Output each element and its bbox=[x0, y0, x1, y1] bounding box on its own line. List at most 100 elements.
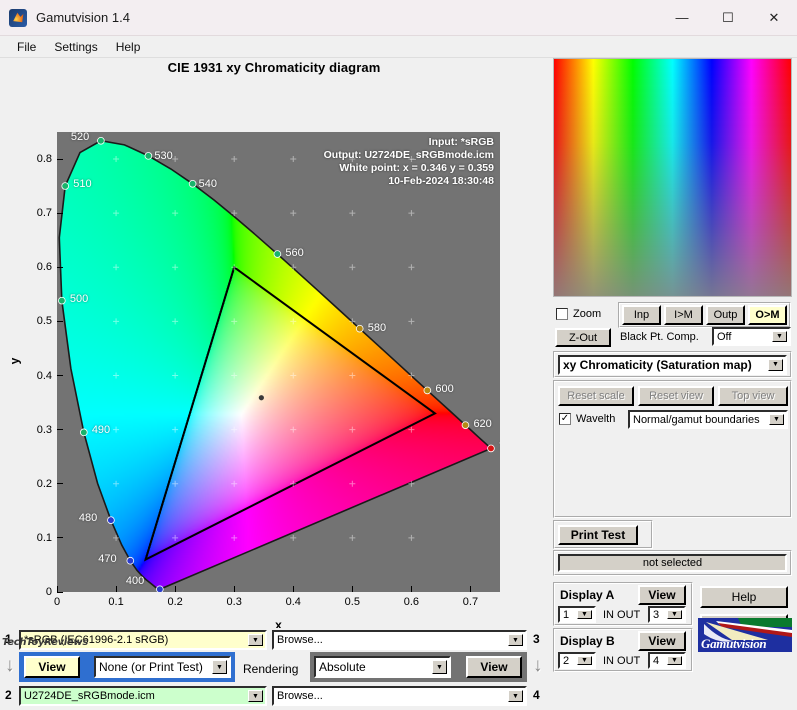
wavelength-label-580: 580 bbox=[367, 321, 387, 334]
display-a-out-value: 3 bbox=[653, 608, 660, 621]
y-tick-0.3: 0.3 bbox=[36, 423, 52, 436]
black-pt-comp-select[interactable]: Off ▼ bbox=[712, 327, 791, 346]
x-tick-0.3: 0.3 bbox=[226, 596, 242, 608]
menu-item-settings[interactable]: Settings bbox=[45, 38, 106, 56]
display-a-view-button[interactable]: View bbox=[638, 585, 686, 605]
view-right-button[interactable]: View bbox=[466, 656, 522, 678]
chart-info-overlay: Input: *sRGB Output: U2724DE_sRGBmode.ic… bbox=[324, 136, 494, 188]
wavelength-label-540: 540 bbox=[198, 177, 217, 190]
view-left-button[interactable]: View bbox=[24, 656, 80, 678]
menu-item-file[interactable]: File bbox=[8, 38, 45, 56]
info-output: Output: U2724DE_sRGBmode.icm bbox=[323, 149, 494, 161]
wavelength-label-480: 480 bbox=[78, 512, 98, 525]
chevron-down-icon[interactable]: ▼ bbox=[577, 610, 592, 619]
outp-button[interactable]: Outp bbox=[706, 305, 745, 325]
menu-item-help[interactable]: Help bbox=[107, 38, 150, 56]
cie-chromaticity-plot[interactable]: Input: *sRGB Output: U2724DE_sRGBmode.ic… bbox=[57, 132, 500, 592]
info-timestamp: 10-Feb-2024 18:30:48 bbox=[388, 175, 494, 187]
wavelth-checkbox-box: ✓ bbox=[559, 413, 571, 425]
print-test-target-value: None (or Print Test) bbox=[99, 660, 203, 674]
i-to-m-button[interactable]: I>M bbox=[664, 305, 703, 325]
y-tick-0.2: 0.2 bbox=[36, 477, 52, 490]
browse-4-select[interactable]: Browse... ▼ bbox=[272, 686, 527, 706]
chevron-down-icon[interactable]: ▼ bbox=[772, 331, 787, 342]
x-tick-mark bbox=[469, 586, 471, 592]
display-b-label: Display B bbox=[560, 634, 615, 648]
print-test-target-select[interactable]: None (or Print Test) ▼ bbox=[94, 656, 231, 678]
display-b-in-select[interactable]: 2 ▼ bbox=[558, 652, 596, 669]
minimize-icon[interactable]: — bbox=[659, 0, 705, 36]
status-field: not selected bbox=[558, 554, 787, 572]
y-tick-mark bbox=[57, 591, 63, 593]
y-tick-mark bbox=[57, 375, 63, 377]
rendering-select[interactable]: Absolute ▼ bbox=[314, 656, 451, 678]
y-tick-0: 0 bbox=[45, 586, 52, 598]
z-out-button[interactable]: Z-Out bbox=[555, 328, 611, 347]
print-test-button[interactable]: Print Test bbox=[558, 525, 638, 545]
x-tick-mark bbox=[115, 586, 117, 592]
close-icon[interactable]: ✕ bbox=[751, 0, 797, 36]
inp-button[interactable]: Inp bbox=[622, 305, 661, 325]
chevron-down-icon[interactable]: ▼ bbox=[768, 358, 783, 371]
cie-diagram-svg bbox=[58, 136, 495, 592]
output-profile-select[interactable]: U2724DE_sRGBmode.icm ▼ bbox=[19, 686, 267, 706]
y-tick-mark bbox=[57, 266, 63, 268]
display-b-out-select[interactable]: 4 ▼ bbox=[648, 652, 686, 669]
chart-title: CIE 1931 xy Chromaticity diagram bbox=[167, 60, 381, 75]
row4-number: 4 bbox=[533, 688, 540, 702]
wavelength-label-620: 620 bbox=[473, 418, 492, 431]
o-to-m-button[interactable]: O>M bbox=[748, 305, 787, 325]
input-arrow-icon: ↓ bbox=[5, 655, 15, 676]
y-tick-0.1: 0.1 bbox=[36, 531, 52, 544]
y-tick-0.6: 0.6 bbox=[36, 261, 52, 274]
reset-view-button[interactable]: Reset view bbox=[638, 386, 714, 406]
chevron-down-icon[interactable]: ▼ bbox=[248, 634, 263, 646]
x-tick-0.4: 0.4 bbox=[285, 596, 301, 608]
rendering-value: Absolute bbox=[319, 660, 366, 674]
reset-scale-button[interactable]: Reset scale bbox=[558, 386, 634, 406]
browse-4-value: Browse... bbox=[277, 690, 323, 702]
wavelength-label-490: 490 bbox=[91, 424, 111, 437]
top-view-button[interactable]: Top view bbox=[718, 386, 788, 406]
chevron-down-icon[interactable]: ▼ bbox=[508, 634, 523, 646]
chevron-down-icon[interactable]: ▼ bbox=[248, 690, 263, 702]
chevron-down-icon[interactable]: ▼ bbox=[432, 660, 447, 674]
y-tick-0.7: 0.7 bbox=[36, 207, 52, 220]
x-tick-0.1: 0.1 bbox=[108, 596, 124, 608]
row2-number: 2 bbox=[5, 688, 12, 702]
y-tick-mark bbox=[57, 537, 63, 539]
zoom-checkbox-box: ✓ bbox=[556, 308, 568, 320]
chevron-down-icon[interactable]: ▼ bbox=[769, 414, 784, 425]
display-b-view-button[interactable]: View bbox=[638, 631, 686, 651]
info-white-point: White point: x = 0.346 y = 0.359 bbox=[339, 162, 494, 174]
chevron-down-icon[interactable]: ▼ bbox=[212, 660, 227, 674]
x-tick-mark bbox=[174, 586, 176, 592]
y-tick-0.8: 0.8 bbox=[36, 153, 52, 166]
boundaries-select[interactable]: Normal/gamut boundaries ▼ bbox=[628, 410, 788, 429]
black-pt-comp-value: Off bbox=[717, 330, 732, 343]
display-a-in-select[interactable]: 1 ▼ bbox=[558, 606, 596, 623]
display-b-in-value: 2 bbox=[563, 654, 570, 667]
menu-bar: File Settings Help bbox=[0, 36, 797, 58]
zoom-checkbox[interactable]: ✓ Zoom bbox=[556, 308, 601, 320]
color-gradient-preview[interactable] bbox=[553, 58, 792, 297]
chevron-down-icon[interactable]: ▼ bbox=[667, 656, 682, 665]
maximize-icon[interactable]: ☐ bbox=[705, 0, 751, 36]
map-mode-select[interactable]: xy Chromaticity (Saturation map) ▼ bbox=[558, 354, 787, 375]
chevron-down-icon[interactable]: ▼ bbox=[577, 656, 592, 665]
x-tick-mark bbox=[351, 586, 353, 592]
browse-3-select[interactable]: Browse... ▼ bbox=[272, 630, 527, 650]
chevron-down-icon[interactable]: ▼ bbox=[667, 610, 682, 619]
wavelength-label-530: 530 bbox=[154, 149, 173, 162]
watermark: TechToyReviews bbox=[2, 637, 88, 648]
y-tick-mark bbox=[57, 429, 63, 431]
wavelth-checkbox[interactable]: ✓ Wavelth bbox=[559, 413, 615, 425]
y-tick-0.5: 0.5 bbox=[36, 315, 52, 328]
logo-text: Gamutvision bbox=[701, 636, 767, 651]
help-button[interactable]: Help bbox=[700, 586, 788, 608]
zoom-checkbox-label: Zoom bbox=[573, 308, 602, 320]
display-a-label: Display A bbox=[560, 588, 615, 602]
chevron-down-icon[interactable]: ▼ bbox=[508, 690, 523, 702]
display-a-out-select[interactable]: 3 ▼ bbox=[648, 606, 686, 623]
black-pt-comp-label: Black Pt. Comp. bbox=[620, 331, 699, 343]
